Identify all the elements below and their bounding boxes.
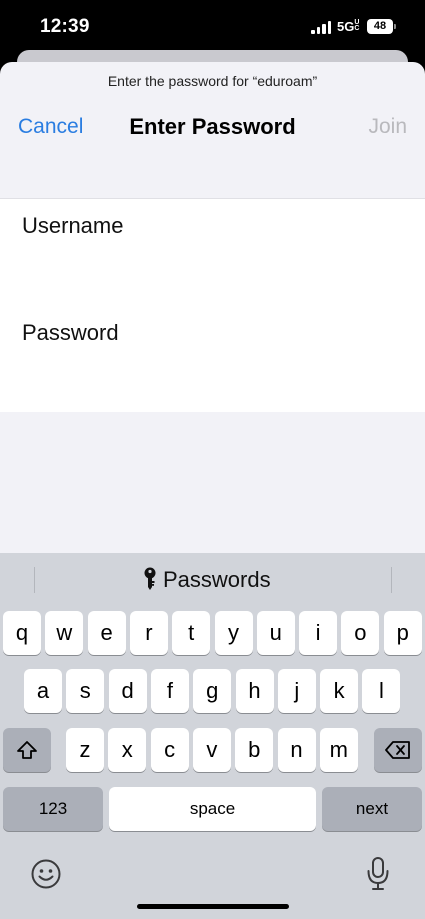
key-g[interactable]: g [193,669,232,713]
key-d[interactable]: d [108,669,147,713]
home-indicator [137,904,289,909]
key-f[interactable]: f [150,669,189,713]
battery-level: 48 [373,20,387,32]
next-key[interactable]: next [322,787,422,831]
key-y[interactable]: y [214,611,253,655]
suggestion-bar: Passwords [0,553,425,603]
key-e[interactable]: e [87,611,126,655]
username-row[interactable]: Username [0,199,425,306]
status-time: 12:39 [40,16,90,37]
key-o[interactable]: o [341,611,380,655]
key-h[interactable]: h [235,669,274,713]
keyboard: Passwords qwertyuiop asdfghjkl zxcvbnm 123… [0,553,425,919]
key-u[interactable]: u [256,611,295,655]
key-r[interactable]: r [129,611,168,655]
shift-key[interactable] [3,728,51,772]
status-bar: 12:39 5GUC 48 [0,0,425,52]
key-b[interactable]: b [235,728,274,772]
username-field[interactable] [22,247,402,287]
key-c[interactable]: c [150,728,189,772]
key-x[interactable]: x [108,728,147,772]
key-m[interactable]: m [319,728,358,772]
key-p[interactable]: p [383,611,422,655]
space-key[interactable]: space [109,787,316,831]
key-s[interactable]: s [66,669,105,713]
password-field[interactable] [22,354,402,394]
username-label: Username [22,213,124,238]
credentials-form: Username Password [0,198,425,412]
network-type-label: 5G [337,19,355,34]
battery-icon: 48 [367,19,393,34]
key-icon [144,567,156,590]
key-t[interactable]: t [172,611,211,655]
suggestion-divider [34,567,35,593]
numbers-key[interactable]: 123 [3,787,103,831]
network-type: 5GUC [337,19,360,34]
network-prompt: Enter the password for “eduroam” [107,73,318,89]
shift-icon [17,741,37,759]
key-k[interactable]: k [320,669,359,713]
backspace-icon [385,741,410,759]
key-q[interactable]: q [3,611,41,655]
emoji-icon[interactable] [30,858,62,890]
key-v[interactable]: v [192,728,231,772]
join-button[interactable]: Join [368,115,407,139]
key-a[interactable]: a [24,669,62,713]
password-label: Password [22,320,119,345]
cancel-button[interactable]: Cancel [18,115,83,139]
key-z[interactable]: z [66,728,104,772]
key-j[interactable]: j [277,669,316,713]
network-type-suffix: UC [354,19,360,32]
microphone-icon[interactable] [365,856,391,892]
passwords-label: Passwords [163,567,271,592]
key-w[interactable]: w [45,611,84,655]
key-n[interactable]: n [277,728,316,772]
delete-key[interactable] [374,728,422,772]
battery-tip [394,24,396,29]
password-row[interactable]: Password [0,306,425,413]
key-l[interactable]: l [362,669,401,713]
suggestion-divider [391,567,392,593]
key-i[interactable]: i [299,611,338,655]
cellular-signal-icon [311,21,331,34]
passwords-suggestion[interactable]: Passwords [143,565,271,595]
